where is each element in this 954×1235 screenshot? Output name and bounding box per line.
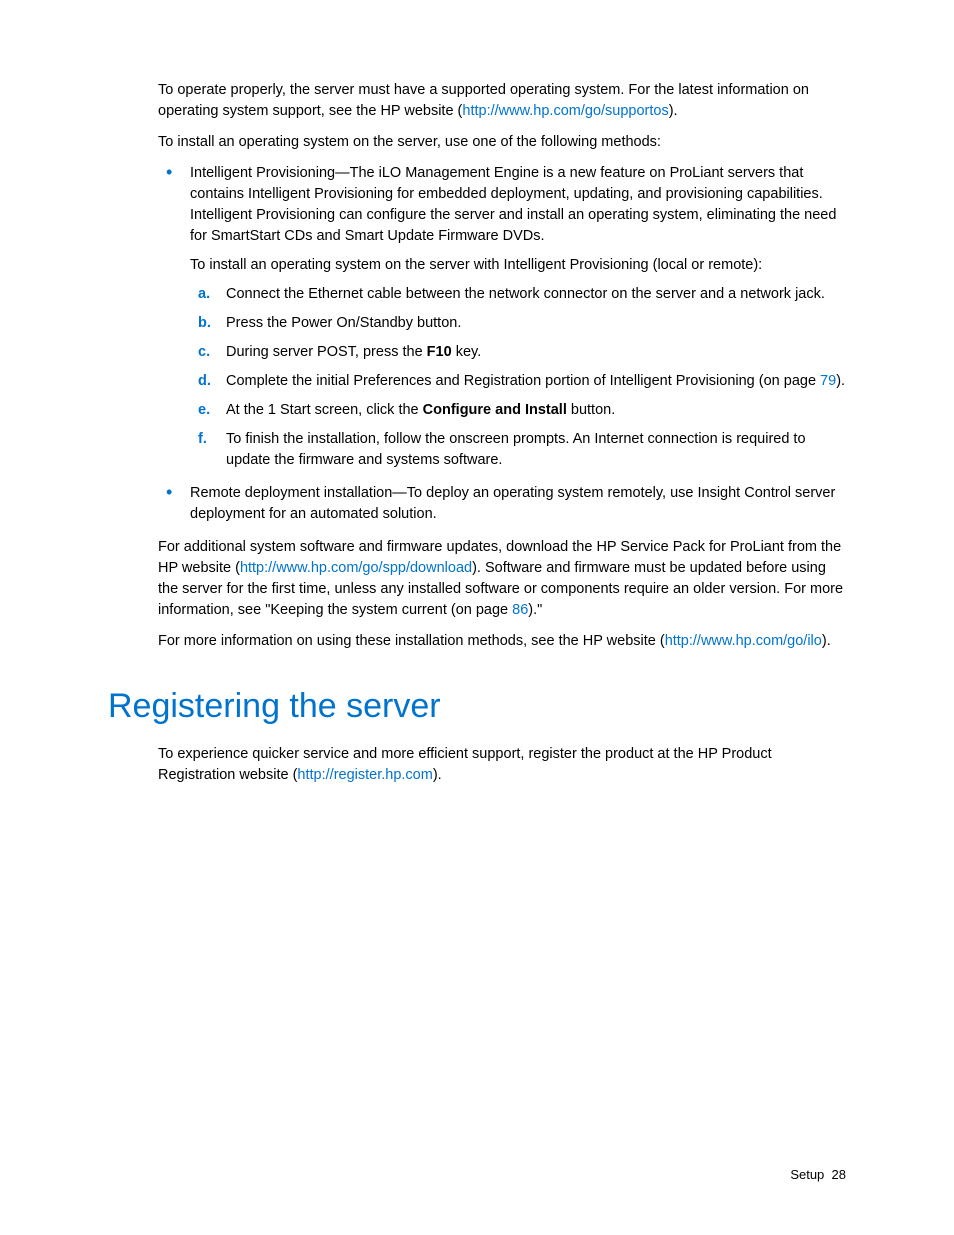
page-ref-86[interactable]: 86 [512, 602, 528, 618]
register-para: To experience quicker service and more e… [158, 744, 846, 786]
more-info-para: For more information on using these inst… [158, 631, 846, 652]
steps-list: a.Connect the Ethernet cable between the… [198, 284, 846, 471]
bullet-text: Intelligent Provisioning—The iLO Managem… [190, 163, 846, 247]
supportos-link[interactable]: http://www.hp.com/go/supportos [462, 103, 668, 119]
bullet-remote-deployment: Remote deployment installation—To deploy… [158, 483, 846, 525]
step-d: d.Complete the initial Preferences and R… [198, 371, 846, 392]
f10-key: F10 [427, 344, 452, 360]
footer-section: Setup [790, 1167, 824, 1182]
bullet-text: Remote deployment installation—To deploy… [190, 483, 846, 525]
heading-registering: Registering the server [108, 682, 846, 731]
page-footer: Setup 28 [790, 1166, 846, 1185]
methods-list: Intelligent Provisioning—The iLO Managem… [158, 163, 846, 525]
ilo-link[interactable]: http://www.hp.com/go/ilo [665, 633, 822, 649]
page-ref-79[interactable]: 79 [820, 373, 836, 389]
bullet-intelligent-provisioning: Intelligent Provisioning—The iLO Managem… [158, 163, 846, 471]
step-a: a.Connect the Ethernet cable between the… [198, 284, 846, 305]
step-c: c.During server POST, press the F10 key. [198, 342, 846, 363]
step-e: e.At the 1 Start screen, click the Confi… [198, 400, 846, 421]
step-b: b.Press the Power On/Standby button. [198, 313, 846, 334]
bullet-subtext: To install an operating system on the se… [190, 255, 846, 276]
additional-para: For additional system software and firmw… [158, 537, 846, 621]
intro-paragraph-1: To operate properly, the server must hav… [158, 80, 846, 122]
spp-download-link[interactable]: http://www.hp.com/go/spp/download [240, 560, 472, 576]
intro-paragraph-2: To install an operating system on the se… [158, 132, 846, 153]
page: To operate properly, the server must hav… [0, 0, 954, 1235]
configure-install-label: Configure and Install [423, 402, 567, 418]
footer-page-number: 28 [832, 1167, 846, 1182]
register-link[interactable]: http://register.hp.com [297, 767, 432, 783]
main-content: To operate properly, the server must hav… [158, 80, 846, 786]
step-f: f.To finish the installation, follow the… [198, 429, 846, 471]
